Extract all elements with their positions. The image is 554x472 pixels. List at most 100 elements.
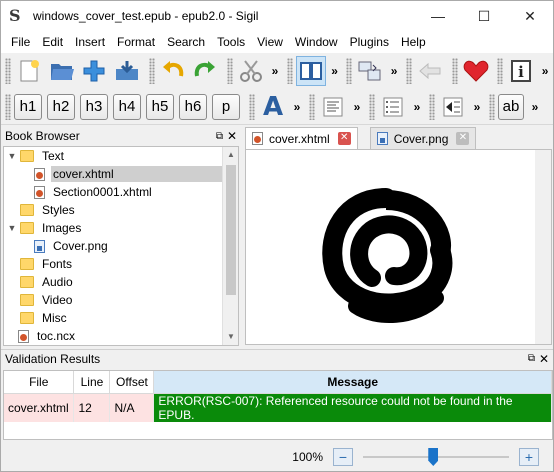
heading-h1-button[interactable]: h1 — [14, 93, 42, 120]
menu-insert[interactable]: Insert — [69, 31, 111, 53]
column-header-offset[interactable]: Offset — [109, 371, 155, 394]
panel-close-icon[interactable]: ✕ — [539, 352, 549, 366]
undo-button[interactable] — [158, 56, 188, 86]
cut-button[interactable] — [236, 56, 266, 86]
tree-item-images-folder[interactable]: ▼ Images — [4, 219, 238, 237]
column-header-file[interactable]: File — [4, 371, 75, 394]
zoom-in-button[interactable]: + — [519, 448, 539, 466]
column-header-message[interactable]: Message — [153, 371, 552, 394]
paragraph-button[interactable]: p — [212, 93, 240, 120]
toolbar-grip[interactable] — [5, 58, 11, 84]
menu-edit[interactable]: Edit — [36, 31, 69, 53]
redo-button[interactable] — [191, 56, 221, 86]
tree-item-section0001[interactable]: Section0001.xhtml — [4, 183, 238, 201]
toolbar-grip[interactable] — [489, 93, 495, 120]
toolbar-grip[interactable] — [249, 93, 255, 120]
toolbar-overflow-button[interactable]: » — [269, 64, 281, 78]
menu-window[interactable]: Window — [289, 31, 344, 53]
toolbar-grip[interactable] — [406, 58, 413, 84]
menu-plugins[interactable]: Plugins — [344, 31, 395, 53]
tree-item-cover-xhtml[interactable]: cover.xhtml — [4, 165, 238, 183]
editor-scrollbar[interactable] — [535, 150, 551, 344]
open-button[interactable] — [47, 56, 77, 86]
align-button[interactable] — [318, 92, 348, 122]
tab-close-icon[interactable]: ✕ — [456, 132, 470, 145]
tab-cover-xhtml[interactable]: cover.xhtml ✕ — [245, 127, 358, 149]
scrollbar-thumb[interactable] — [226, 165, 236, 295]
list-button[interactable] — [378, 92, 408, 122]
zoom-slider[interactable] — [363, 448, 509, 466]
tree-item-fonts-folder[interactable]: Fonts — [4, 255, 238, 273]
menu-format[interactable]: Format — [111, 31, 161, 53]
image-file-icon — [376, 132, 388, 145]
chevron-down-icon[interactable]: ▼ — [6, 223, 18, 233]
tree-item-misc-folder[interactable]: Misc — [4, 309, 238, 327]
book-view-button[interactable] — [295, 56, 326, 86]
toolbar-grip[interactable] — [429, 93, 435, 120]
toolbar-overflow-button[interactable]: » — [351, 100, 363, 114]
table-row[interactable]: cover.xhtml 12 N/A ERROR(RSC-007): Refer… — [4, 393, 552, 422]
toolbar-grip[interactable] — [497, 58, 504, 84]
add-button[interactable] — [79, 56, 109, 86]
column-header-line[interactable]: Line — [73, 371, 111, 394]
donate-button[interactable] — [461, 56, 491, 86]
tab-cover-png[interactable]: Cover.png ✕ — [369, 127, 477, 149]
toolbar-grip[interactable] — [309, 93, 315, 120]
menu-view[interactable]: View — [251, 31, 289, 53]
text-style-button[interactable]: A — [258, 92, 288, 122]
menu-file[interactable]: File — [5, 31, 36, 53]
case-button[interactable]: ab — [498, 93, 524, 120]
new-file-button[interactable] — [14, 56, 44, 86]
heading-h2-button[interactable]: h2 — [47, 93, 75, 120]
book-icon — [299, 62, 322, 80]
tree-item-styles-folder[interactable]: Styles — [4, 201, 238, 219]
menu-search[interactable]: Search — [161, 31, 211, 53]
slider-thumb[interactable] — [428, 448, 439, 466]
undock-icon[interactable]: ⧉ — [528, 353, 535, 364]
toolbar-grip[interactable] — [346, 58, 353, 84]
close-button[interactable]: ✕ — [507, 1, 553, 31]
scroll-up-icon[interactable]: ▲ — [223, 147, 238, 163]
tree-item-toc-ncx[interactable]: toc.ncx — [4, 327, 238, 345]
toolbar-overflow-button[interactable]: » — [471, 100, 483, 114]
toolbar-grip[interactable] — [369, 93, 375, 120]
heading-h4-button[interactable]: h4 — [113, 93, 141, 120]
chevron-down-icon[interactable]: ▼ — [6, 151, 18, 161]
panel-close-icon[interactable]: ✕ — [227, 129, 237, 143]
new-file-icon — [20, 60, 39, 82]
toolbar-overflow-button[interactable]: » — [411, 100, 423, 114]
minimize-button[interactable]: — — [415, 1, 461, 31]
toolbar-grip[interactable] — [227, 58, 234, 84]
toolbar-grip[interactable] — [148, 58, 155, 84]
tree-item-text-folder[interactable]: ▼ Text — [4, 147, 238, 165]
metadata-button[interactable]: i — [506, 56, 536, 86]
outdent-button[interactable] — [438, 92, 468, 122]
heading-h3-button[interactable]: h3 — [80, 93, 108, 120]
book-browser-scrollbar[interactable]: ▲ ▼ — [222, 147, 238, 345]
toolbar-overflow-button[interactable]: » — [529, 100, 541, 114]
menu-help[interactable]: Help — [395, 31, 432, 53]
back-button[interactable] — [415, 56, 445, 86]
tab-close-icon[interactable]: ✕ — [337, 132, 351, 145]
book-view-editor[interactable] — [245, 149, 552, 345]
toolbar-grip[interactable] — [5, 93, 11, 120]
tree-item-cover-png[interactable]: Cover.png — [4, 237, 238, 255]
toolbar-overflow-button[interactable]: » — [388, 64, 400, 78]
toolbar-grip[interactable] — [286, 58, 293, 84]
scroll-down-icon[interactable]: ▼ — [223, 329, 238, 345]
save-button[interactable] — [112, 56, 142, 86]
heading-h5-button[interactable]: h5 — [146, 93, 174, 120]
tree-item-video-folder[interactable]: Video — [4, 291, 238, 309]
heading-h6-button[interactable]: h6 — [179, 93, 207, 120]
tree-item-audio-folder[interactable]: Audio — [4, 273, 238, 291]
folder-icon — [20, 294, 34, 306]
toolbar-overflow-button[interactable]: » — [291, 100, 303, 114]
zoom-out-button[interactable]: − — [333, 448, 353, 466]
undock-icon[interactable]: ⧉ — [216, 131, 223, 142]
split-view-button[interactable] — [355, 56, 385, 86]
toolbar-grip[interactable] — [451, 58, 458, 84]
maximize-button[interactable]: ☐ — [461, 1, 507, 31]
menu-tools[interactable]: Tools — [211, 31, 251, 53]
toolbar-overflow-button[interactable]: » — [539, 64, 551, 78]
toolbar-overflow-button[interactable]: » — [329, 64, 341, 78]
